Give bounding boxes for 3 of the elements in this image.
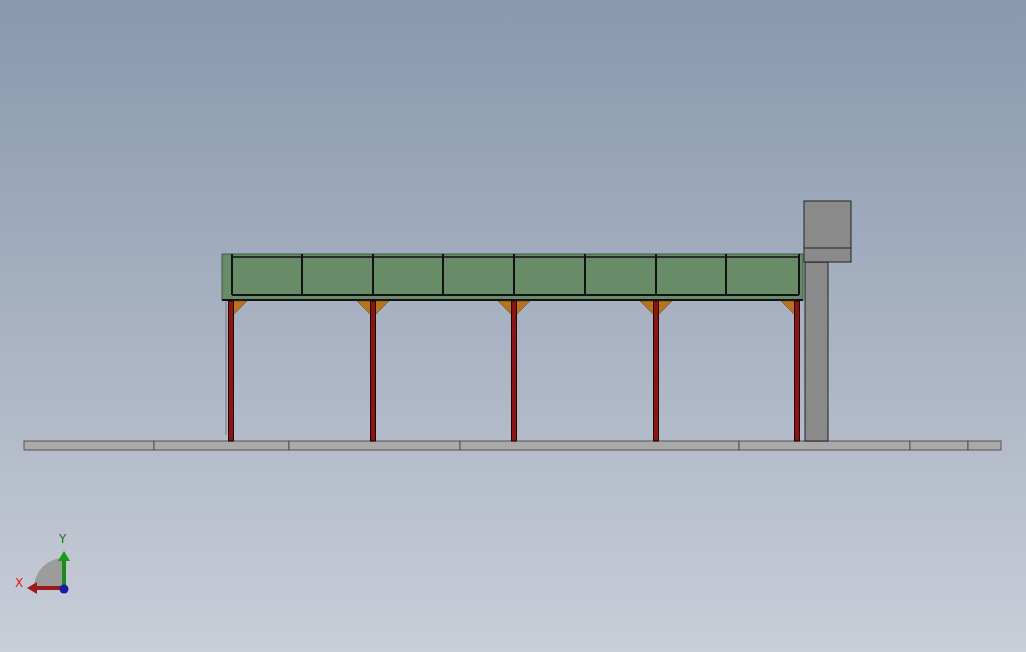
triad-icon [27, 551, 70, 594]
x-axis-label: X [15, 577, 24, 589]
y-axis-label: Y [59, 533, 67, 545]
